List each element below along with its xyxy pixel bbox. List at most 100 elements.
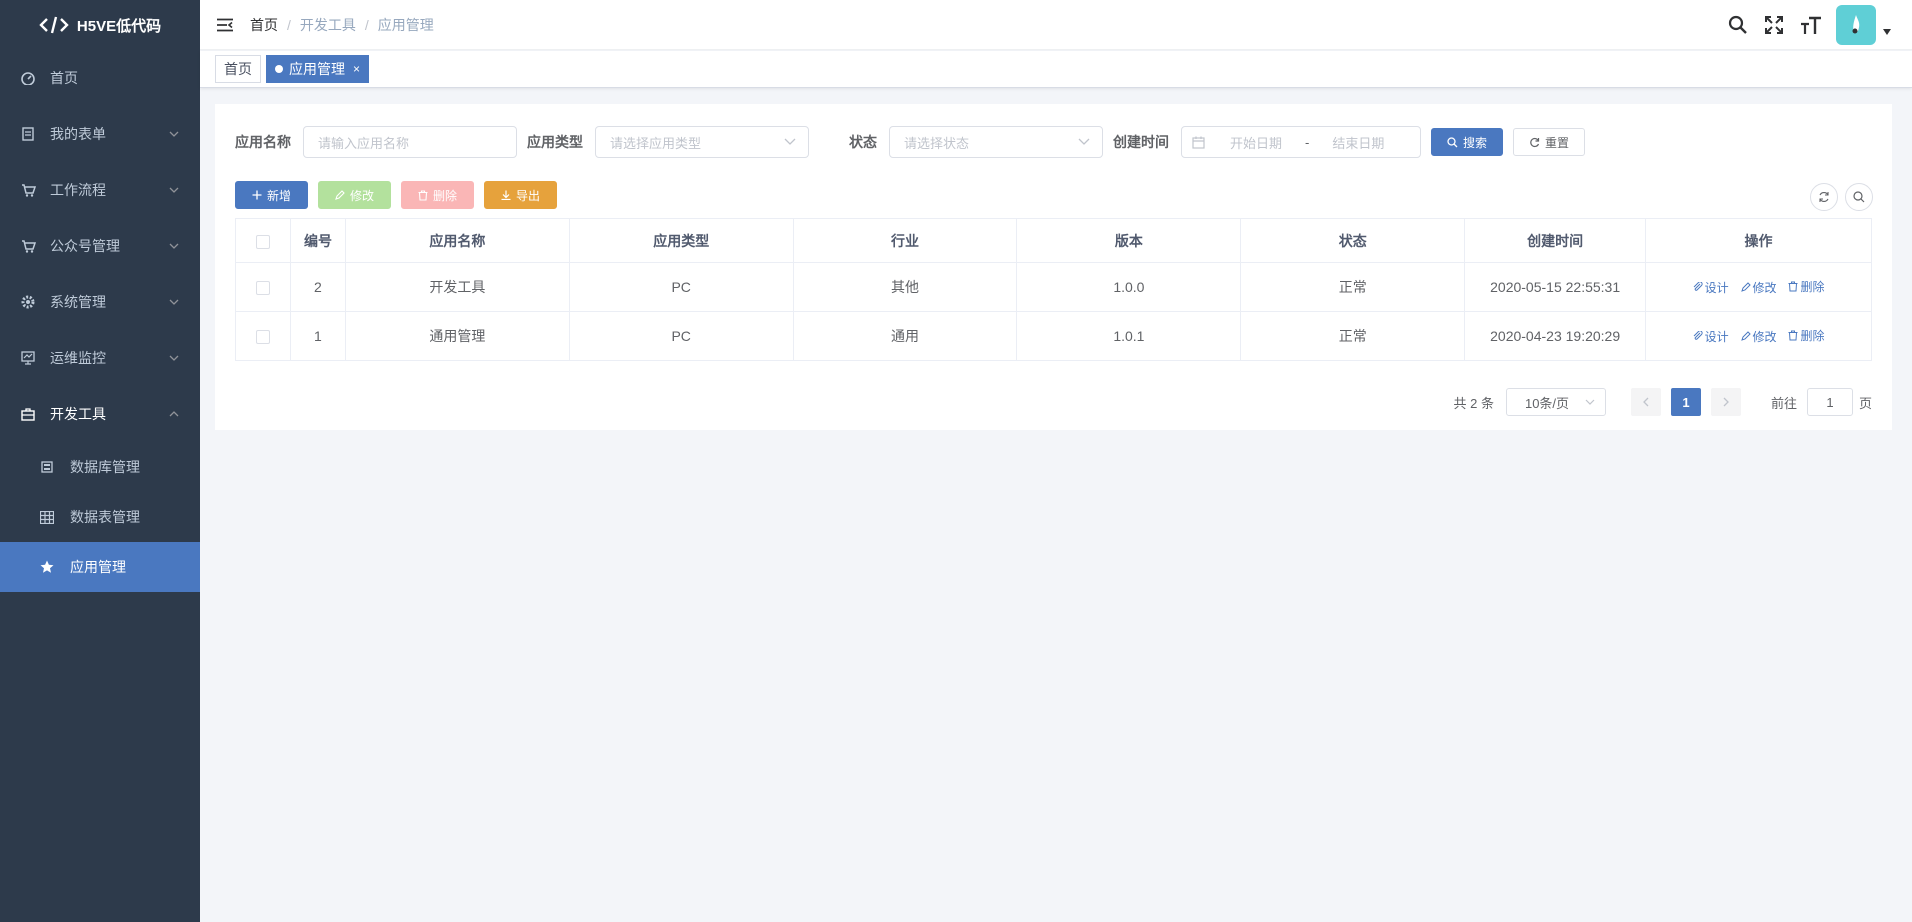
- sidebar-item-label: 公众号管理: [50, 238, 120, 254]
- toggle-search-button[interactable]: [1845, 183, 1873, 211]
- status-select[interactable]: 请选择状态: [889, 126, 1103, 158]
- tag-home[interactable]: 首页: [215, 55, 261, 83]
- cart-icon: [20, 238, 36, 254]
- sidebar-subitem-app-management[interactable]: 应用管理: [0, 542, 200, 592]
- sidebar-item-label: 运维监控: [50, 350, 106, 366]
- goto-page-input[interactable]: 1: [1806, 388, 1853, 416]
- table-icon: [40, 510, 54, 524]
- add-button[interactable]: 新增: [235, 181, 308, 209]
- sidebar-subitem-datatable[interactable]: 数据表管理: [0, 492, 200, 542]
- cell-status: 正常: [1240, 311, 1466, 361]
- select-all-checkbox[interactable]: [255, 234, 270, 249]
- main-panel: 应用名称 请输入应用名称 应用类型 请选择应用类型 状态 请选择状态 创建时间 …: [215, 104, 1892, 430]
- app-type-select[interactable]: 请选择应用类型: [595, 126, 809, 158]
- search-button-label: 搜索: [1463, 135, 1488, 150]
- prev-page-button[interactable]: [1630, 388, 1661, 416]
- edit-link[interactable]: 修改: [1740, 328, 1777, 345]
- page-size-select[interactable]: 10条/页: [1505, 388, 1606, 416]
- range-separator: -: [1305, 134, 1310, 150]
- close-icon[interactable]: ×: [353, 62, 360, 76]
- page-jumper: 前往 1 页: [1771, 388, 1872, 416]
- delete-link[interactable]: 删除: [1788, 327, 1824, 344]
- top-navbar: 首页 / 开发工具 / 应用管理: [200, 0, 1912, 50]
- edit-icon: [1740, 282, 1751, 293]
- table-row[interactable]: 1 通用管理 PC 通用 1.0.1 正常 2020-04-23 19:20:2…: [235, 311, 1872, 361]
- sidebar-item-label: 我的表单: [50, 126, 106, 142]
- tag-label: 应用管理: [289, 61, 345, 77]
- created-label: 创建时间: [1113, 134, 1169, 150]
- search-icon[interactable]: [1728, 15, 1748, 35]
- edit-link[interactable]: 修改: [1740, 279, 1777, 296]
- next-page-button[interactable]: [1710, 388, 1741, 416]
- app-name-placeholder: 请输入应用名称: [318, 135, 410, 151]
- search-button[interactable]: 搜索: [1431, 128, 1504, 156]
- tag-label: 首页: [224, 61, 252, 77]
- select-all-cell: [235, 218, 291, 263]
- page-number-button[interactable]: 1: [1670, 388, 1701, 416]
- sidebar-subitem-label: 应用管理: [70, 559, 126, 575]
- tag-app-management[interactable]: 应用管理 ×: [266, 55, 370, 83]
- sidebar-item-official-account[interactable]: 公众号管理: [0, 218, 200, 274]
- reset-button[interactable]: 重置: [1513, 128, 1586, 156]
- chevron-right-icon: [1723, 397, 1729, 407]
- sidebar-item-home[interactable]: 首页: [0, 50, 200, 106]
- gear-icon: [20, 294, 36, 310]
- paperclip-icon: [1693, 331, 1703, 341]
- delete-link[interactable]: 删除: [1788, 278, 1824, 295]
- column-header: 操作: [1645, 218, 1872, 263]
- sidebar-item-my-forms[interactable]: 我的表单: [0, 106, 200, 162]
- app-name-input[interactable]: 请输入应用名称: [303, 126, 517, 158]
- sidebar-item-label: 工作流程: [50, 182, 106, 198]
- sidebar-item-system[interactable]: 系统管理: [0, 274, 200, 330]
- cell-type: PC: [568, 262, 794, 312]
- chevron-down-icon: [169, 355, 179, 361]
- pagination: 共 2 条 10条/页 1 前往 1 页: [1453, 388, 1872, 416]
- refresh-table-button[interactable]: [1810, 183, 1838, 211]
- date-range-picker[interactable]: 开始日期 - 结束日期: [1181, 126, 1421, 158]
- cell-id: 2: [289, 262, 346, 312]
- cell-status: 正常: [1240, 262, 1466, 312]
- sidebar-subitem-database[interactable]: 数据库管理: [0, 442, 200, 492]
- sidebar-item-dev-tools[interactable]: 开发工具: [0, 386, 200, 442]
- plus-icon: [252, 190, 262, 200]
- end-date-placeholder[interactable]: 结束日期: [1323, 133, 1393, 152]
- type-label: 应用类型: [527, 134, 583, 150]
- export-button[interactable]: 导出: [484, 181, 557, 209]
- breadcrumb-home[interactable]: 首页: [250, 15, 278, 35]
- font-size-icon[interactable]: [1800, 15, 1822, 35]
- cell-created: 2020-04-23 19:20:29: [1464, 311, 1647, 361]
- sidebar-item-ops-monitor[interactable]: 运维监控: [0, 330, 200, 386]
- sidebar-item-workflow[interactable]: 工作流程: [0, 162, 200, 218]
- chevron-down-icon: [169, 187, 179, 193]
- delete-button[interactable]: 删除: [401, 181, 474, 209]
- start-date-placeholder[interactable]: 开始日期: [1221, 133, 1291, 152]
- column-header: 应用类型: [568, 218, 794, 263]
- download-icon: [501, 190, 511, 200]
- pagination-total: 共 2 条: [1453, 395, 1494, 411]
- menu-toggle-icon[interactable]: [216, 18, 234, 32]
- caret-down-icon[interactable]: [1882, 29, 1892, 35]
- column-header: 行业: [792, 218, 1018, 263]
- row-checkbox[interactable]: [255, 330, 270, 345]
- trash-icon: [1788, 281, 1798, 292]
- edit-button[interactable]: 修改: [318, 181, 391, 209]
- design-link[interactable]: 设计: [1693, 279, 1729, 296]
- column-header: 创建时间: [1464, 218, 1647, 263]
- edit-icon: [335, 190, 345, 200]
- cart-icon: [20, 182, 36, 198]
- table-row[interactable]: 2 开发工具 PC 其他 1.0.0 正常 2020-05-15 22:55:3…: [235, 262, 1872, 312]
- chevron-left-icon: [1643, 397, 1649, 407]
- fullscreen-icon[interactable]: [1764, 15, 1784, 35]
- avatar[interactable]: [1836, 5, 1876, 45]
- chevron-down-icon: [169, 243, 179, 249]
- design-link[interactable]: 设计: [1693, 328, 1729, 345]
- export-button-label: 导出: [515, 188, 540, 203]
- column-header: 应用名称: [344, 218, 570, 263]
- cell-id: 1: [289, 311, 346, 361]
- sidebar-subitem-label: 数据表管理: [70, 509, 140, 525]
- app-logo[interactable]: H5VE低代码: [0, 0, 200, 50]
- row-checkbox[interactable]: [255, 281, 270, 296]
- goto-prefix: 前往: [1770, 395, 1797, 411]
- search-icon: [1853, 191, 1865, 203]
- delete-link-label: 删除: [1800, 329, 1825, 344]
